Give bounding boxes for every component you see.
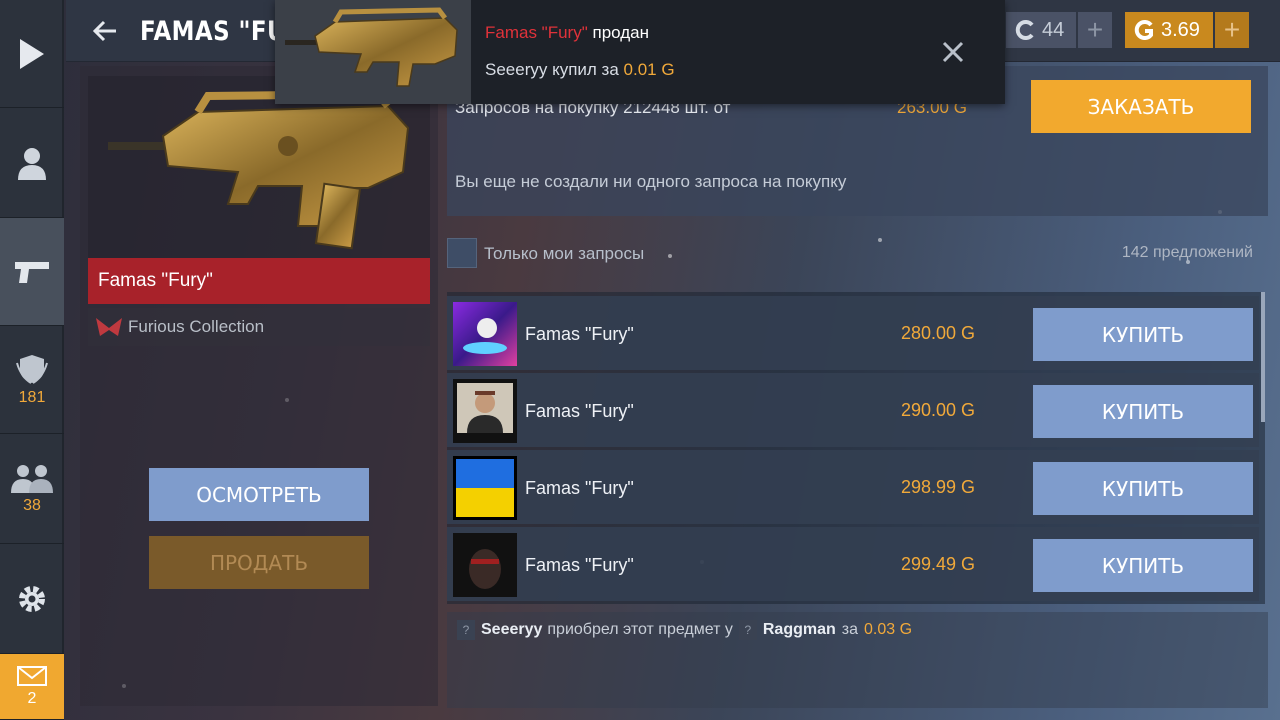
history-for-word: за (841, 621, 859, 638)
offer-count: 142 предложений (1121, 244, 1253, 261)
buy-button[interactable]: КУПИТЬ (1033, 385, 1253, 438)
profile-icon (18, 147, 46, 180)
silver-currency: 44 + (1006, 12, 1112, 48)
inspect-button[interactable]: ОСМОТРЕТЬ (149, 468, 369, 521)
collection-row: Furious Collection (88, 308, 430, 346)
listing-item-name: Famas "Fury" (525, 478, 634, 498)
sell-button[interactable]: ПРОДАТЬ (149, 536, 369, 589)
gold-coin-icon (1134, 20, 1153, 40)
mail-icon (17, 665, 47, 686)
list-item: Famas "Fury" 298.99 G КУПИТЬ (447, 450, 1259, 524)
add-silver-button[interactable]: + (1078, 12, 1112, 48)
friends-icon (11, 464, 53, 493)
history-buyer[interactable]: Seeeryy (481, 621, 542, 639)
history-seller[interactable]: Raggman (763, 621, 836, 639)
toast-sold-word: продан (592, 23, 649, 42)
item-name-bar: Famas "Fury" (88, 258, 430, 304)
buy-button[interactable]: КУПИТЬ (1033, 462, 1253, 515)
history-entry: ? Seeeryy приобрел этот предмет у ? Ragg… (457, 620, 912, 640)
toast-line-2: Seeeryy купил за 0.01 G (485, 60, 675, 80)
buy-button[interactable]: КУПИТЬ (1033, 308, 1253, 361)
listing-price: 280.00 G (901, 323, 976, 343)
list-item: Famas "Fury" 290.00 G КУПИТЬ (447, 373, 1259, 447)
sidebar-item-inventory[interactable] (0, 218, 64, 326)
mail-count: 2 (27, 689, 37, 707)
sidebar-item-profile[interactable] (0, 108, 64, 218)
only-mine-checkbox[interactable] (447, 238, 477, 268)
gold-amount: 3.69 (1161, 18, 1200, 41)
item-image (88, 76, 430, 266)
silver-coin-icon (1015, 20, 1034, 40)
filter-row: Только мои запросы 142 предложений (447, 234, 1253, 272)
back-arrow-icon[interactable] (90, 16, 120, 46)
listings-scrollbar[interactable] (1261, 292, 1265, 422)
no-requests-text: Вы еще не создали ни одного запроса на п… (455, 172, 847, 191)
listing-price: 298.99 G (901, 477, 976, 497)
famas-rifle-image (108, 89, 410, 250)
toast-line-1: Famas "Fury" продан (485, 23, 649, 43)
history-price: 0.03 G (864, 621, 913, 638)
sidebar-item-rank[interactable]: 181 (0, 326, 64, 434)
collection-name: Furious Collection (128, 317, 265, 336)
gear-icon (19, 585, 45, 612)
seller-avatar[interactable] (453, 302, 517, 366)
toast-buyer-text: Seeeryy купил за (485, 60, 619, 79)
unknown-avatar-icon: ? (457, 620, 475, 640)
listing-item-name: Famas "Fury" (525, 401, 634, 421)
collection-emblem-icon (96, 318, 122, 336)
friends-count: 38 (23, 496, 41, 514)
listing-item-name: Famas "Fury" (525, 555, 634, 575)
list-item: Famas "Fury" 280.00 G КУПИТЬ (447, 296, 1259, 370)
listing-item-name: Famas "Fury" (525, 324, 634, 344)
sidebar-item-play[interactable] (0, 0, 64, 108)
sales-history: ? Seeeryy приобрел этот предмет у ? Ragg… (447, 612, 1268, 708)
list-item: Famas "Fury" 299.49 G КУПИТЬ (447, 527, 1259, 601)
history-action: приобрел этот предмет у (547, 621, 733, 638)
sale-notification: Famas "Fury" продан Seeeryy купил за 0.0… (275, 0, 1005, 104)
play-icon (20, 38, 44, 69)
sidebar-item-settings[interactable] (0, 544, 64, 654)
add-gold-button[interactable]: + (1215, 12, 1249, 48)
buy-button[interactable]: КУПИТЬ (1033, 539, 1253, 592)
unknown-avatar-icon: ? (738, 620, 757, 640)
silver-amount: 44 (1042, 18, 1065, 41)
rank-count: 181 (18, 388, 46, 406)
seller-avatar[interactable] (453, 456, 517, 520)
toast-item-name: Famas "Fury" (485, 23, 588, 42)
toast-item-image (275, 0, 471, 104)
rank-shield-icon (16, 354, 48, 384)
seller-avatar[interactable] (453, 533, 517, 597)
famas-rifle-thumbnail (285, 7, 458, 87)
sidebar-item-mail[interactable]: 2 (0, 654, 64, 720)
pistol-icon (15, 261, 49, 283)
item-panel: Famas "Fury" Furious Collection ОСМОТРЕТ… (80, 66, 438, 706)
gold-currency: 3.69 + (1125, 12, 1249, 48)
order-button[interactable]: ЗАКАЗАТЬ (1031, 80, 1251, 133)
listing-price: 290.00 G (901, 400, 976, 420)
only-mine-label: Только мои запросы (484, 244, 645, 263)
listing-price: 299.49 G (901, 554, 976, 574)
sidebar-item-friends[interactable]: 38 (0, 434, 64, 544)
toast-price: 0.01 G (623, 60, 675, 79)
close-icon[interactable] (939, 38, 967, 66)
sidebar: 181 38 2 (0, 0, 64, 720)
listings[interactable]: Famas "Fury" 280.00 G КУПИТЬ Famas "Fury… (447, 292, 1265, 604)
seller-avatar[interactable] (453, 379, 517, 443)
